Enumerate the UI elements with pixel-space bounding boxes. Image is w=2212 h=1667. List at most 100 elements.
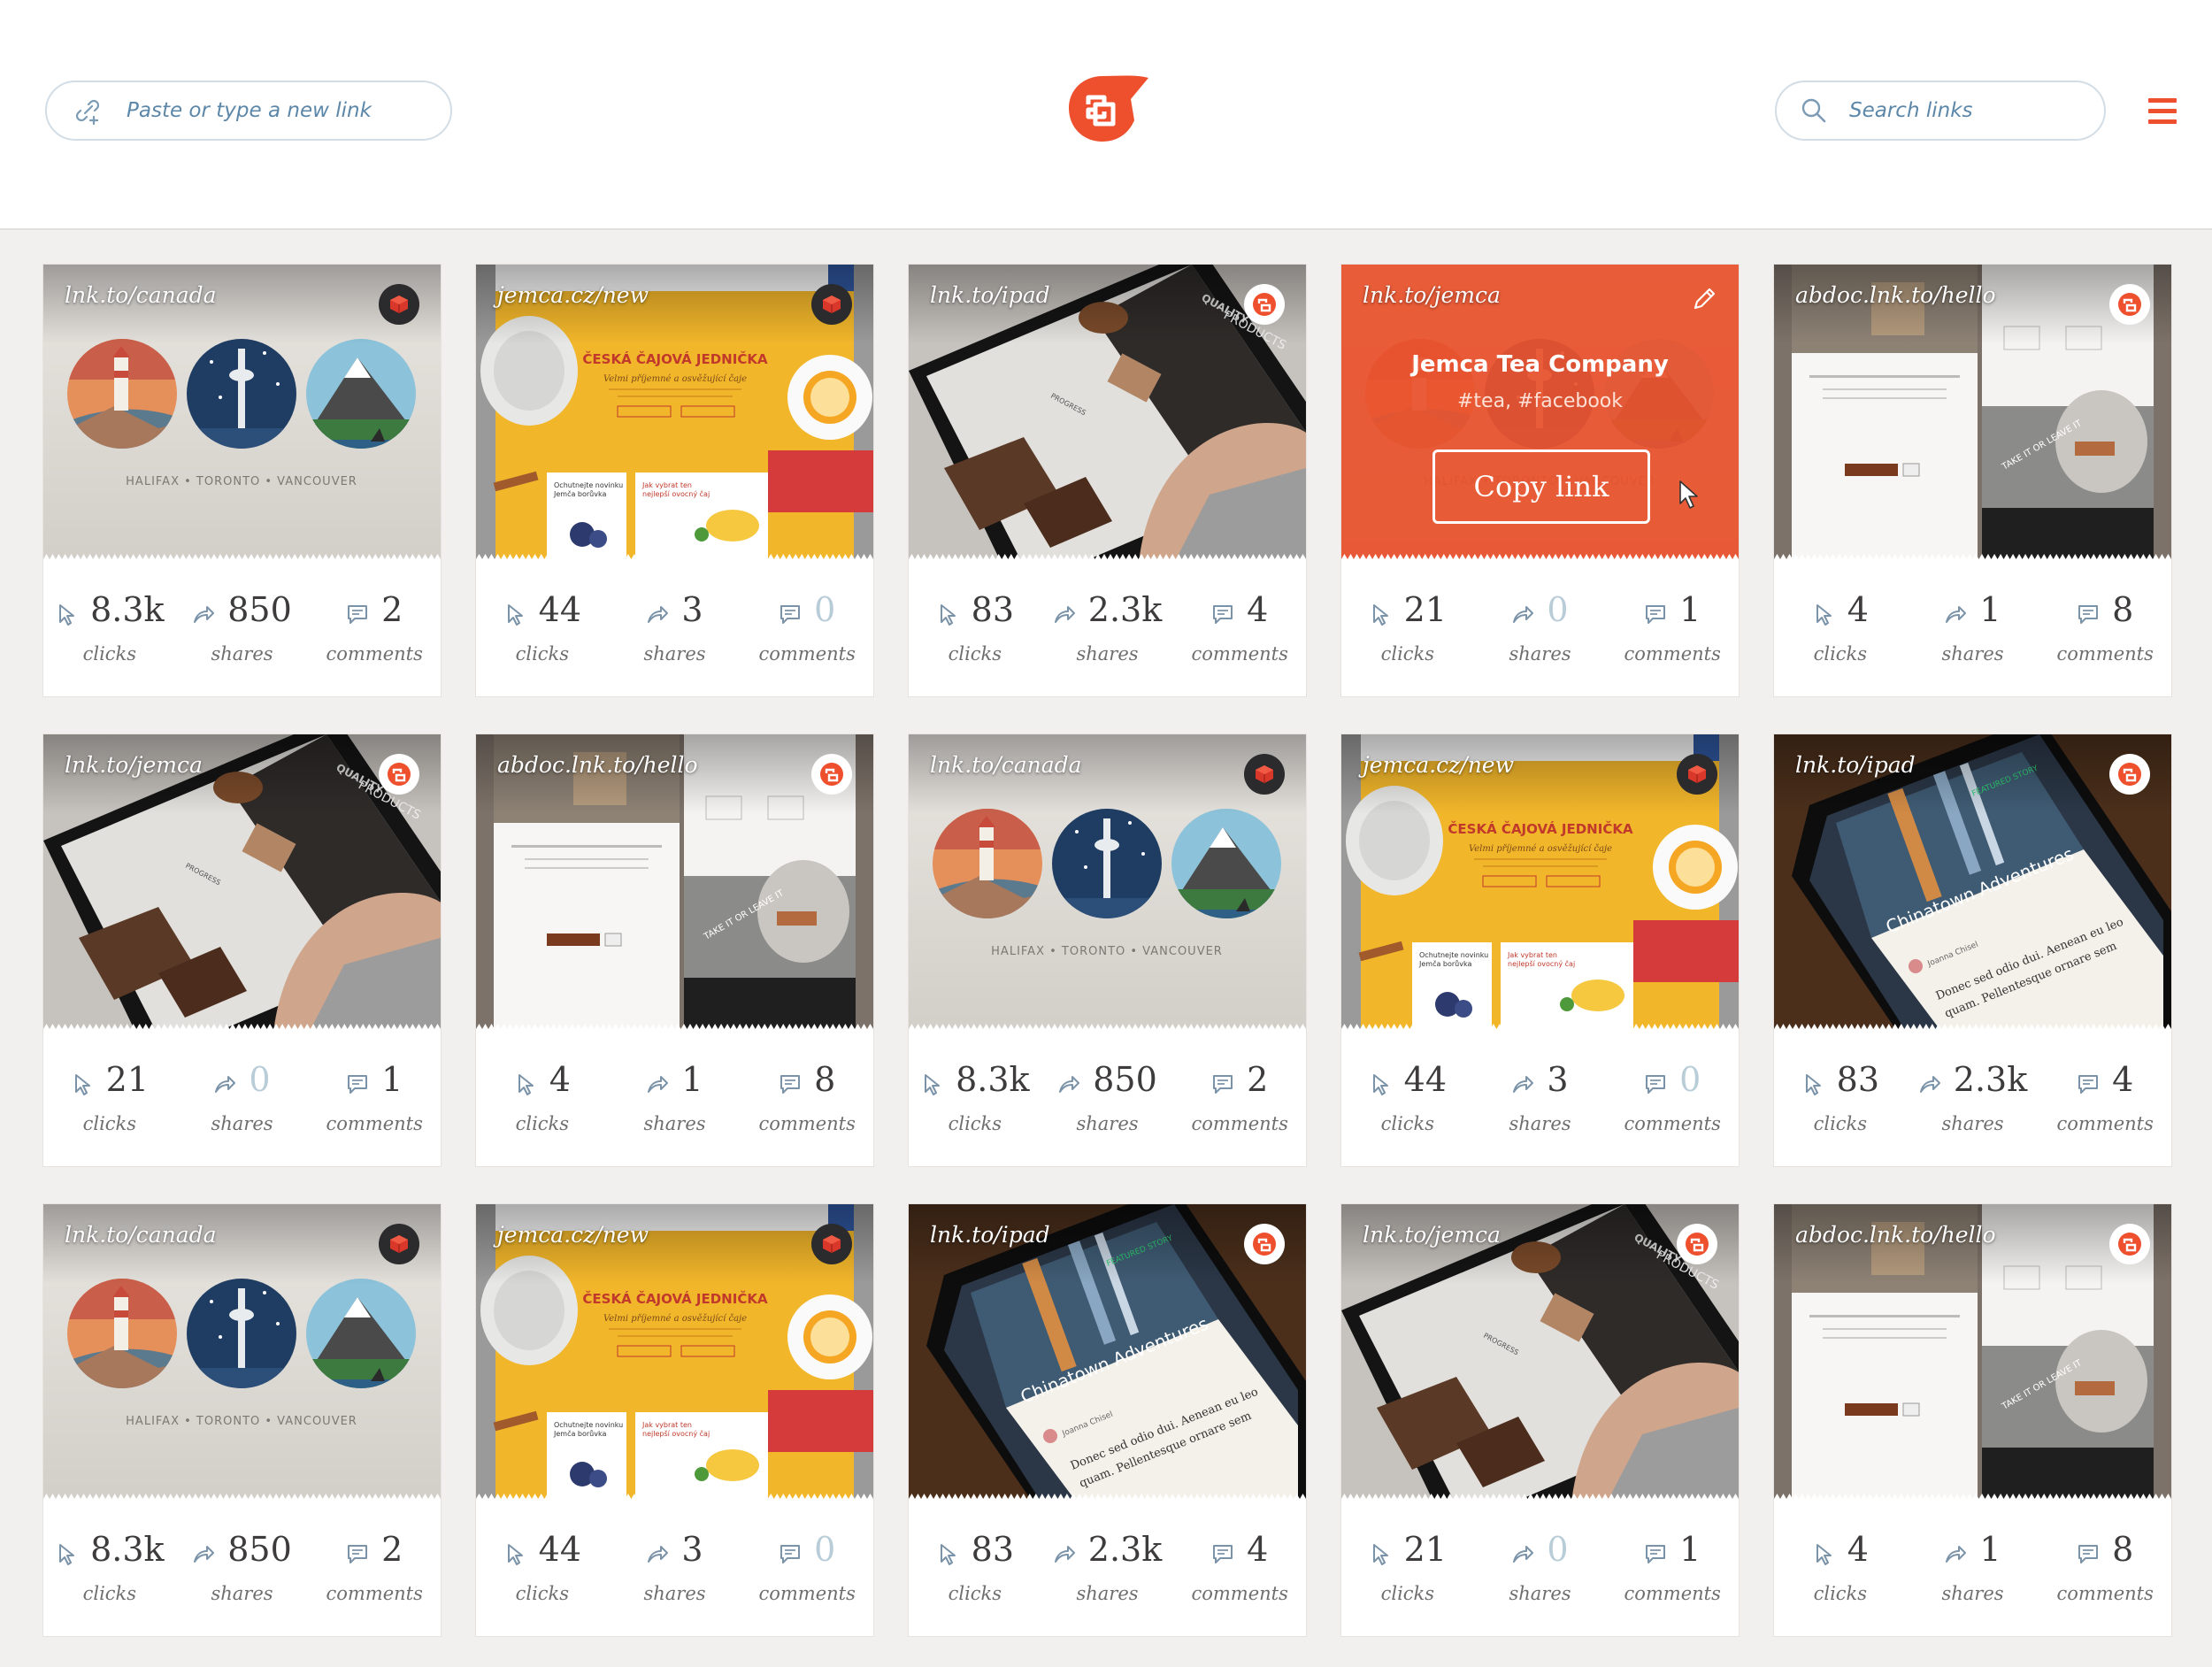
link-thumbnail[interactable]: HALIFAX • TORONTO • VANCOUVER lnk.to/can… — [43, 265, 441, 563]
shares-stat: 3 shares — [1474, 1042, 1607, 1166]
link-card[interactable]: ČESKÁ ČAJOVÁ JEDNIČKA Velmi příjemné a o… — [1340, 734, 1740, 1167]
link-stats: 8.3k clicks 850 shares 2 comments — [909, 1042, 1306, 1166]
comments-count: 0 — [814, 590, 836, 629]
link-thumbnail[interactable]: TAKE IT OR LEAVE IT abdoc.lnk.to/hello — [476, 734, 873, 1033]
share-icon — [1054, 606, 1075, 623]
shares-count: 0 — [1547, 590, 1569, 629]
link-thumbnail[interactable]: HALIFAX • TORONTO • VANCOUVER lnk.to/can… — [43, 1204, 441, 1502]
shares-label: shares — [1941, 1113, 2004, 1134]
share-icon — [1946, 606, 1967, 623]
svg-text:ČESKÁ ČAJOVÁ JEDNIČKA: ČESKÁ ČAJOVÁ JEDNIČKA — [582, 1290, 768, 1307]
menu-icon[interactable] — [2148, 98, 2177, 125]
clicks-count: 21 — [105, 1060, 150, 1099]
link-card[interactable]: Chinatown Adventures FEATURED STORY Joan… — [1773, 734, 2172, 1167]
comment-icon — [780, 1075, 801, 1094]
comments-count: 2 — [381, 1530, 403, 1569]
comments-stat[interactable]: 4 comments — [2039, 1042, 2171, 1166]
cursor-icon — [1805, 1074, 1821, 1095]
link-thumbnail[interactable]: ČESKÁ ČAJOVÁ JEDNIČKA Velmi příjemné a o… — [476, 265, 873, 563]
link-card[interactable]: TAKE IT OR LEAVE IT abdoc.lnk.to/hello 4… — [475, 734, 874, 1167]
comments-stat[interactable]: 1 comments — [308, 1042, 441, 1166]
comments-label: comments — [2056, 1113, 2154, 1134]
comments-stat[interactable]: 2 comments — [1173, 1042, 1306, 1166]
source-badge-icon — [2109, 284, 2150, 325]
link-thumbnail[interactable]: ČESKÁ ČAJOVÁ JEDNIČKA Velmi příjemné a o… — [1341, 734, 1739, 1033]
link-card[interactable]: ČESKÁ ČAJOVÁ JEDNIČKA Velmi příjemné a o… — [475, 264, 874, 697]
app-logo[interactable] — [1065, 73, 1150, 145]
link-card[interactable]: HALIFAX • TORONTO • VANCOUVER Jemca Tea … — [1340, 264, 1740, 697]
link-url: lnk.to/jemca — [1363, 1222, 1501, 1248]
comments-stat[interactable]: 4 comments — [1173, 572, 1306, 696]
clicks-stat: 4 clicks — [1774, 1512, 1907, 1636]
clicks-stat: 8.3k clicks — [43, 1512, 176, 1636]
comments-count: 2 — [381, 590, 403, 629]
comments-stat[interactable]: 2 comments — [308, 572, 441, 696]
link-card[interactable]: HALIFAX • TORONTO • VANCOUVER lnk.to/can… — [42, 1203, 442, 1637]
link-stats: 4 clicks 1 shares 8 comments — [1774, 1512, 2171, 1636]
link-card[interactable]: TAKE IT OR LEAVE IT abdoc.lnk.to/hello 4… — [1773, 264, 2172, 697]
link-thumbnail[interactable]: TAKE IT OR LEAVE IT abdoc.lnk.to/hello — [1774, 1204, 2171, 1502]
ticket-edge — [909, 554, 1306, 566]
link-thumbnail[interactable]: HALIFAX • TORONTO • VANCOUVER lnk.to/can… — [909, 734, 1306, 1033]
shares-stat: 1 shares — [1907, 1512, 2039, 1636]
link-thumbnail[interactable]: Chinatown Adventures FEATURED STORY Joan… — [909, 1204, 1306, 1502]
clicks-label: clicks — [1813, 1583, 1868, 1604]
svg-text:nejlepší ovocný čaj: nejlepší ovocný čaj — [1508, 959, 1575, 968]
link-card[interactable]: Chinatown Adventures FEATURED STORY Joan… — [908, 1203, 1307, 1637]
link-stats: 8.3k clicks 850 shares 2 comments — [43, 1512, 441, 1636]
link-card[interactable]: QUALITY PRODUCTS PROGRESS lnk.to/jemca 2… — [42, 734, 442, 1167]
source-badge-icon — [811, 284, 852, 325]
comments-stat[interactable]: 0 comments — [1606, 1042, 1739, 1166]
comments-stat[interactable]: 1 comments — [1606, 1512, 1739, 1636]
shares-stat: 3 shares — [609, 1512, 741, 1636]
comments-count: 8 — [2112, 1530, 2134, 1569]
comments-stat[interactable]: 1 comments — [1606, 572, 1739, 696]
pencil-icon[interactable] — [1691, 286, 1717, 312]
comments-stat[interactable]: 0 comments — [741, 1512, 873, 1636]
comments-stat[interactable]: 8 comments — [2039, 1512, 2171, 1636]
link-thumbnail[interactable]: QUALITY PRODUCTS PROGRESS lnk.to/jemca — [43, 734, 441, 1033]
comments-label: comments — [1624, 1113, 1721, 1134]
clicks-count: 44 — [1403, 1060, 1448, 1099]
shares-label: shares — [1509, 1583, 1571, 1604]
link-card[interactable]: TAKE IT OR LEAVE IT abdoc.lnk.to/hello 4… — [1773, 1203, 2172, 1637]
comments-stat[interactable]: 8 comments — [2039, 572, 2171, 696]
search-field[interactable] — [1775, 81, 2106, 141]
link-thumbnail[interactable]: QUALITY PRODUCTS PROGRESS lnk.to/jemca — [1341, 1204, 1739, 1502]
comments-stat[interactable]: 4 comments — [1173, 1512, 1306, 1636]
comments-stat[interactable]: 8 comments — [741, 1042, 873, 1166]
clicks-count: 8.3k — [90, 590, 165, 629]
shares-count: 2.3k — [1087, 1530, 1163, 1569]
link-thumbnail[interactable]: QUALITY PRODUCTS PROGRESS lnk.to/ipad — [909, 265, 1306, 563]
ticket-edge — [1774, 1024, 2171, 1036]
shares-label: shares — [211, 1583, 273, 1604]
source-badge-icon — [379, 754, 419, 795]
link-card[interactable]: HALIFAX • TORONTO • VANCOUVER lnk.to/can… — [42, 264, 442, 697]
source-badge-icon — [379, 284, 419, 325]
ticket-edge — [1341, 1494, 1739, 1506]
link-card[interactable]: QUALITY PRODUCTS PROGRESS lnk.to/jemca 2… — [1340, 1203, 1740, 1637]
comments-stat[interactable]: 0 comments — [741, 572, 873, 696]
comment-icon — [1213, 1545, 1233, 1563]
clicks-count: 4 — [1847, 1530, 1869, 1569]
new-link-input[interactable] — [127, 99, 410, 122]
link-url: jemca.cz/new — [497, 282, 649, 308]
comments-count: 0 — [1679, 1060, 1701, 1099]
link-thumbnail[interactable]: HALIFAX • TORONTO • VANCOUVER Jemca Tea … — [1341, 265, 1739, 563]
link-card[interactable]: QUALITY PRODUCTS PROGRESS lnk.to/ipad 83… — [908, 264, 1307, 697]
search-input[interactable] — [1849, 99, 2106, 122]
link-card[interactable]: HALIFAX • TORONTO • VANCOUVER lnk.to/can… — [908, 734, 1307, 1167]
comment-icon — [1646, 1545, 1666, 1563]
copy-link-button[interactable]: Copy link — [1432, 449, 1650, 524]
link-thumbnail[interactable]: TAKE IT OR LEAVE IT abdoc.lnk.to/hello — [1774, 265, 2171, 563]
new-link-field[interactable] — [45, 81, 452, 141]
link-card[interactable]: ČESKÁ ČAJOVÁ JEDNIČKA Velmi příjemné a o… — [475, 1203, 874, 1637]
ticket-edge — [1774, 1494, 2171, 1506]
link-thumbnail[interactable]: Chinatown Adventures FEATURED STORY Joan… — [1774, 734, 2171, 1033]
comments-stat[interactable]: 2 comments — [308, 1512, 441, 1636]
svg-text:Velmi příjemné a osvěžující ča: Velmi příjemné a osvěžující čaje — [603, 374, 747, 384]
link-thumbnail[interactable]: ČESKÁ ČAJOVÁ JEDNIČKA Velmi příjemné a o… — [476, 1204, 873, 1502]
clicks-label: clicks — [515, 1113, 570, 1134]
svg-text:ČESKÁ ČAJOVÁ JEDNIČKA: ČESKÁ ČAJOVÁ JEDNIČKA — [1448, 820, 1633, 837]
comment-icon — [780, 605, 801, 624]
